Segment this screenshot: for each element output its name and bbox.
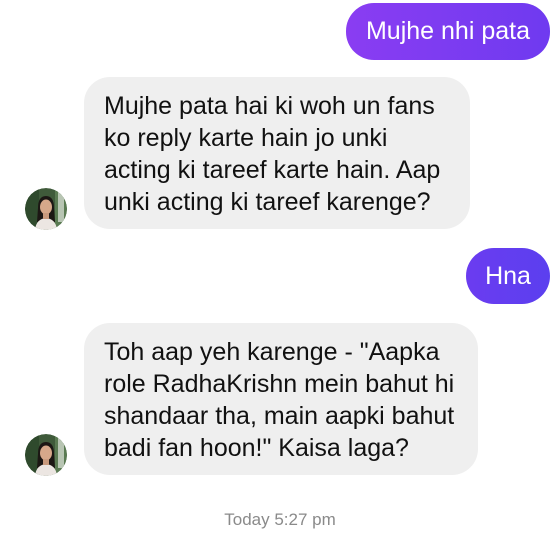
message-text: Mujhe nhi pata <box>365 17 530 45</box>
message-text: Toh aap yeh karenge - "Aapka <box>104 338 440 366</box>
outgoing-message-bubble[interactable]: Hna <box>466 248 550 304</box>
message-text: acting ki tareef karte hain. Aap <box>104 156 441 184</box>
message-text: role RadhaKrishn mein bahut hi <box>104 370 455 398</box>
message-text: ko reply karte hain jo unki <box>104 124 388 152</box>
incoming-message-bubble[interactable]: Mujhe pata hai ki woh un fans ko reply k… <box>84 77 470 229</box>
message-timestamp: Today 5:27 pm <box>224 510 336 529</box>
outgoing-message-bubble[interactable]: Mujhe nhi pata <box>346 3 550 60</box>
profile-photo-avatar-icon <box>25 434 67 476</box>
message-text: unki acting ki tareef karenge? <box>104 188 431 216</box>
chat-thread: Mujhe nhi pata Mujhe pata hai ki woh un … <box>0 0 560 560</box>
message-text: shandaar tha, main aapki bahut <box>104 402 455 430</box>
avatar[interactable] <box>25 434 67 476</box>
incoming-message-bubble[interactable]: Toh aap yeh karenge - "Aapka role RadhaK… <box>84 323 478 475</box>
message-text: badi fan hoon!" Kaisa laga? <box>104 434 409 462</box>
message-text: Hna <box>485 262 531 290</box>
avatar[interactable] <box>25 188 67 230</box>
profile-photo-avatar-icon <box>25 188 67 230</box>
message-text: Mujhe pata hai ki woh un fans <box>104 92 435 120</box>
